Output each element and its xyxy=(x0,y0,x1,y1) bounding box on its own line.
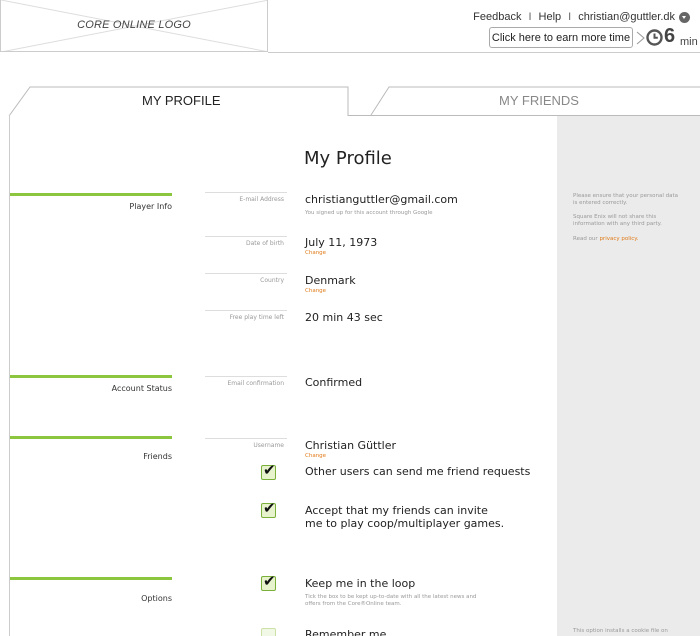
sidebar-note-policy: Read our privacy policy. xyxy=(573,236,681,243)
username-change-link[interactable]: Change xyxy=(305,453,326,459)
country-change-link[interactable]: Change xyxy=(305,288,326,294)
arrow-right-icon xyxy=(636,31,645,45)
section-account-status: Account Status xyxy=(111,384,172,393)
user-email-link[interactable]: christian@guttler.dk xyxy=(578,11,675,23)
checkmark-icon: ✔ xyxy=(263,499,276,517)
playtime-value: 20 min 43 sec xyxy=(305,311,383,324)
country-value: Denmark xyxy=(305,274,356,287)
field-divider xyxy=(205,236,287,237)
remember-me-checkbox[interactable] xyxy=(261,628,276,636)
help-link[interactable]: Help xyxy=(539,11,562,23)
top-links: Feedback I Help I christian@guttler.dk xyxy=(473,11,690,23)
field-divider xyxy=(205,310,287,311)
tab-bar: MY PROFILE MY FRIENDS xyxy=(0,86,700,116)
section-player-info: Player Info xyxy=(129,202,172,211)
coop-invites-label: Accept that my friends can invite me to … xyxy=(305,504,505,530)
playtime-label: Free play time left xyxy=(229,314,284,321)
dob-value: July 11, 1973 xyxy=(305,236,378,249)
time-remaining-value: 6 xyxy=(664,25,676,47)
keep-in-loop-checkbox[interactable]: ✔ xyxy=(261,572,276,591)
section-options: Options xyxy=(141,594,172,603)
logo: CORE ONLINE LOGO xyxy=(0,0,268,52)
field-divider xyxy=(205,192,287,193)
country-label: Country xyxy=(260,277,284,284)
email-confirmation-value: Confirmed xyxy=(305,376,363,389)
keep-in-loop-note: Tick the box to be kept up-to-date with … xyxy=(305,594,477,607)
remember-me-label: Remember me xyxy=(305,628,387,636)
field-divider xyxy=(205,376,287,377)
sidebar-cookie-note: This option installs a cookie file on xyxy=(573,628,668,634)
field-divider xyxy=(205,438,287,439)
feedback-link[interactable]: Feedback xyxy=(473,11,521,23)
section-friends: Friends xyxy=(143,452,172,461)
tab-my-friends[interactable]: MY FRIENDS xyxy=(499,93,579,108)
sidebar-note-privacy: Square Enix will not share this informat… xyxy=(573,214,662,227)
username-value: Christian Güttler xyxy=(305,439,397,452)
sidebar-note-accuracy: Please ensure that your personal data is… xyxy=(573,193,679,206)
checkmark-icon: ✔ xyxy=(263,572,276,590)
section-divider xyxy=(10,193,172,196)
section-divider xyxy=(10,577,172,580)
email-confirmation-label: Email confirmation xyxy=(227,380,284,387)
chevron-down-icon[interactable] xyxy=(679,11,690,23)
email-label: E-mail Address xyxy=(239,196,284,203)
username-label: Username xyxy=(253,442,284,449)
dob-change-link[interactable]: Change xyxy=(305,250,326,256)
earn-more-time-button[interactable]: Click here to earn more time xyxy=(489,27,633,48)
page-title: My Profile xyxy=(304,148,392,169)
friend-requests-checkbox[interactable]: ✔ xyxy=(261,461,276,480)
email-value: christianguttler@gmail.com xyxy=(305,193,458,206)
keep-in-loop-label: Keep me in the loop xyxy=(305,577,416,590)
header-divider xyxy=(268,52,700,53)
email-signup-note: You signed up for this account through G… xyxy=(305,210,433,216)
checkmark-icon: ✔ xyxy=(263,461,276,479)
friend-requests-label: Other users can send me friend requests xyxy=(305,465,531,478)
separator: I xyxy=(528,11,532,23)
policy-prefix: Read our xyxy=(573,236,598,242)
clock-icon xyxy=(646,29,663,46)
separator: I xyxy=(568,11,572,23)
section-divider xyxy=(10,375,172,378)
coop-invites-checkbox[interactable]: ✔ xyxy=(261,499,276,518)
tab-my-profile[interactable]: MY PROFILE xyxy=(142,93,221,108)
field-divider xyxy=(205,273,287,274)
time-remaining-unit: min xyxy=(680,36,698,48)
section-divider xyxy=(10,436,172,439)
privacy-policy-link[interactable]: privacy policy. xyxy=(599,236,638,242)
dob-label: Date of birth xyxy=(245,240,284,247)
logo-text: CORE ONLINE LOGO xyxy=(77,19,191,31)
tab-outline xyxy=(8,86,700,116)
